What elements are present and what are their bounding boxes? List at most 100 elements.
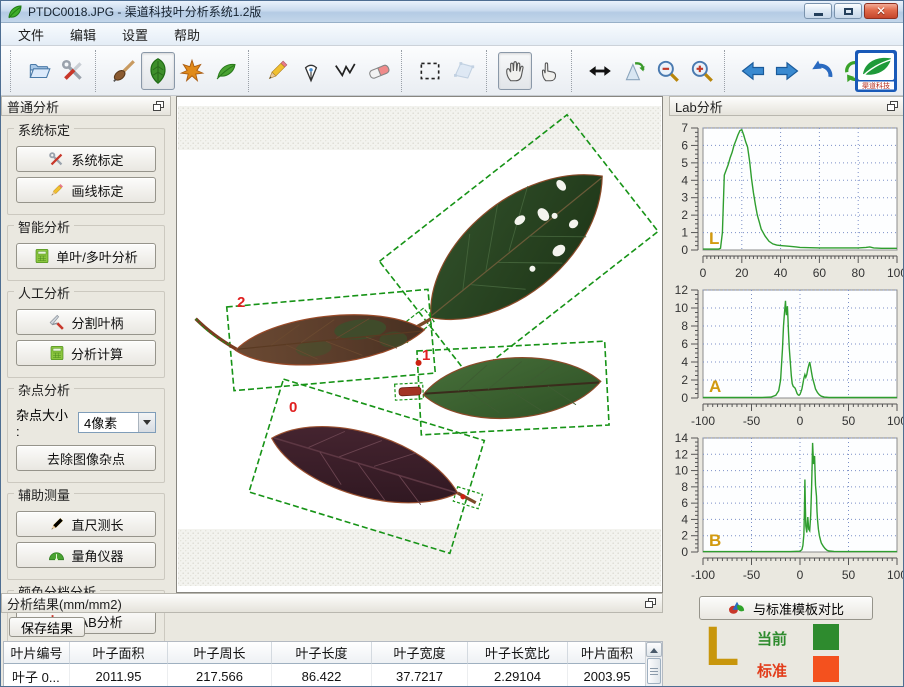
group-label: 系统标定 <box>14 120 74 139</box>
col-header[interactable]: 叶子面积 <box>70 642 168 664</box>
svg-text:3: 3 <box>681 191 688 205</box>
rotate-flip-button[interactable] <box>617 52 651 90</box>
zoom-out-button[interactable] <box>651 52 685 90</box>
remove-noise-button[interactable]: 去除图像杂点 <box>16 445 156 471</box>
results-table-header-row: 叶片编号 叶子面积 叶子周长 叶子长度 叶子宽度 叶子长宽比 叶片面积 <box>4 642 662 664</box>
lab-chart-b-box: 02468101214-100-50050100B <box>669 430 904 582</box>
zoom-in-button[interactable] <box>685 52 719 90</box>
group-label: 人工分析 <box>14 283 74 302</box>
analysis-calc-button[interactable]: 分析计算 <box>16 340 156 366</box>
horizontal-arrows-icon <box>587 58 613 84</box>
pencil-tool-button[interactable] <box>260 52 294 90</box>
maximize-button[interactable] <box>834 3 862 19</box>
svg-text:0: 0 <box>797 414 804 428</box>
menu-file[interactable]: 文件 <box>5 22 57 47</box>
svg-text:80: 80 <box>852 266 866 280</box>
cell-leaf-length: 86.422 <box>272 664 372 687</box>
leaf-image-canvas: 2 1 0 <box>177 97 662 592</box>
pen-tool-button[interactable] <box>294 52 328 90</box>
lasso-icon <box>332 58 358 84</box>
leaf-label-0: 0 <box>289 399 297 416</box>
col-header[interactable]: 叶子宽度 <box>372 642 468 664</box>
close-button[interactable]: ✕ <box>864 3 898 19</box>
calculator-icon <box>49 345 65 361</box>
toolbar-separator <box>95 50 102 92</box>
prev-image-button[interactable] <box>736 52 770 90</box>
point-hand-button[interactable] <box>532 52 566 90</box>
open-file-button[interactable] <box>22 52 56 90</box>
svg-text:14: 14 <box>675 431 689 445</box>
svg-text:B: B <box>709 531 721 550</box>
table-row[interactable]: 叶子 0... 2011.95 217.566 86.422 37.7217 2… <box>4 664 662 687</box>
undo-button[interactable] <box>804 52 838 90</box>
image-viewport[interactable]: 2 1 0 <box>176 96 663 593</box>
button-label: 去除图像杂点 <box>47 449 125 468</box>
menu-edit[interactable]: 编辑 <box>57 22 109 47</box>
col-header[interactable]: 叶子周长 <box>168 642 272 664</box>
analysis-sidebar: 普通分析 系统标定 系统标定 <box>1 96 171 593</box>
company-logo: 渠道科技 <box>855 50 897 97</box>
system-tools-button[interactable] <box>56 52 90 90</box>
col-header[interactable]: 叶片编号 <box>4 642 70 664</box>
col-header[interactable]: 叶片面积 <box>568 642 647 664</box>
svg-text:2: 2 <box>681 373 688 387</box>
menu-settings[interactable]: 设置 <box>109 22 161 47</box>
toolbar-separator <box>724 50 731 92</box>
svg-text:0: 0 <box>681 545 688 559</box>
scroll-up-arrow[interactable] <box>646 642 662 657</box>
float-panel-icon[interactable] <box>153 101 165 112</box>
sidebar-panel-title: 普通分析 <box>7 97 59 116</box>
minimize-button[interactable] <box>804 3 832 19</box>
dropdown-arrow-icon[interactable] <box>138 413 155 432</box>
brush-tool-button[interactable] <box>107 52 141 90</box>
group-manual-analysis: 人工分析 分割叶柄 分析计算 <box>7 291 165 378</box>
svg-text:2: 2 <box>681 529 688 543</box>
button-label: 量角仪器 <box>71 546 123 565</box>
svg-text:40: 40 <box>774 266 788 280</box>
cell-leaf-perimeter: 217.566 <box>168 664 272 687</box>
polygon-select-button[interactable] <box>447 52 481 90</box>
autumn-leaf-button[interactable] <box>175 52 209 90</box>
tools-icon <box>60 58 86 84</box>
system-calibration-button[interactable]: 系统标定 <box>16 146 156 172</box>
title-bar[interactable]: PTDC0018.JPG - 渠道科技叶分析系统1.2版 ✕ <box>1 1 903 23</box>
sidebar-panel-header: 普通分析 <box>1 96 171 116</box>
line-calibration-button[interactable]: 画线标定 <box>16 177 156 203</box>
back-arrow-icon <box>739 57 767 85</box>
hand-pan-button[interactable] <box>498 52 532 90</box>
small-leaf-button[interactable] <box>209 52 243 90</box>
split-petiole-button[interactable]: 分割叶柄 <box>16 309 156 335</box>
ruler-measure-button[interactable]: 直尺测长 <box>16 511 156 537</box>
single-multi-leaf-analysis-button[interactable]: 单叶/多叶分析 <box>16 243 156 269</box>
group-aux-measure: 辅助测量 直尺测长 量角仪器 <box>7 493 165 580</box>
lasso-tool-button[interactable] <box>328 52 362 90</box>
float-panel-icon[interactable] <box>887 101 899 112</box>
tools-icon <box>48 151 65 168</box>
svg-text:A: A <box>709 377 721 396</box>
rect-select-button[interactable] <box>413 52 447 90</box>
save-results-button[interactable]: 保存结果 <box>9 617 85 637</box>
next-image-button[interactable] <box>770 52 804 90</box>
col-header[interactable]: 叶子长度 <box>272 642 372 664</box>
svg-text:10: 10 <box>675 301 689 315</box>
svg-text:-100: -100 <box>691 568 715 582</box>
col-header[interactable]: 叶子长宽比 <box>468 642 568 664</box>
group-system-calibration: 系统标定 系统标定 <box>7 128 165 215</box>
eraser-tool-button[interactable] <box>362 52 396 90</box>
svg-text:0: 0 <box>700 266 707 280</box>
svg-text:L: L <box>709 229 719 248</box>
table-scrollbar[interactable] <box>645 642 662 687</box>
float-panel-icon[interactable] <box>645 598 657 609</box>
brush-icon <box>111 58 137 84</box>
leaf-analyze-button[interactable] <box>141 52 175 90</box>
noise-size-dropdown[interactable]: 4像素 <box>78 412 156 433</box>
knife-icon <box>48 314 65 331</box>
menu-help[interactable]: 帮助 <box>161 22 213 47</box>
fit-width-button[interactable] <box>583 52 617 90</box>
svg-text:0: 0 <box>681 243 688 257</box>
marquee-icon <box>417 58 443 84</box>
group-label: 辅助测量 <box>14 485 74 504</box>
scrollbar-thumb[interactable] <box>647 658 661 684</box>
protractor-button[interactable]: 量角仪器 <box>16 542 156 568</box>
results-panel-header: 分析结果(mm/mm2) <box>1 593 663 613</box>
